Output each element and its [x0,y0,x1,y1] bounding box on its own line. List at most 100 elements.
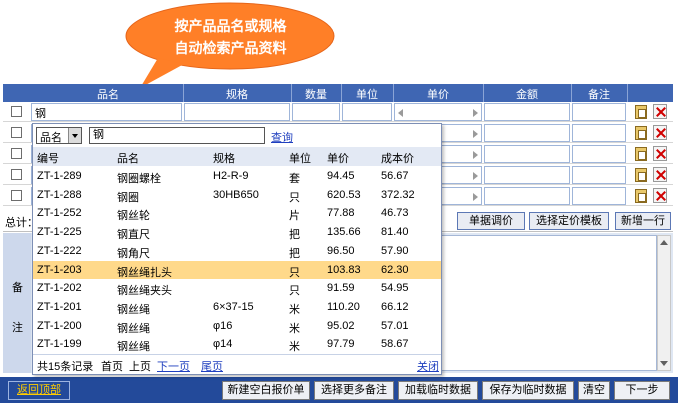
result-code: ZT-1-200 [37,319,82,332]
result-cost: 66.12 [381,300,409,313]
new-blank-quote-button[interactable]: 新建空白报价单 [222,381,310,400]
result-name: 钢角尺 [117,247,150,260]
arrow-right-icon[interactable] [473,172,478,180]
popup-result-row[interactable]: ZT-1-201 钢丝绳 6×37-15 米 110.20 66.12 [33,297,441,317]
clipboard-icon[interactable] [635,189,647,203]
delete-icon[interactable] [653,146,667,161]
unit-input[interactable] [342,103,392,121]
delete-icon[interactable] [653,167,667,182]
result-cost: 57.01 [381,319,409,332]
popup-search-input[interactable]: 钢 [89,127,265,144]
arrow-right-icon[interactable] [473,151,478,159]
popup-result-row[interactable]: ZT-1-199 钢丝绳 φ14 米 97.79 58.67 [33,335,441,355]
back-to-top-link[interactable]: 返回顶部 [8,381,70,400]
save-temp-button[interactable]: 保存为临时数据 [482,381,574,400]
header-remark: 备注 [588,89,610,101]
result-code: ZT-1-288 [37,188,82,201]
clipboard-icon[interactable] [635,105,647,119]
remark-input[interactable] [572,145,626,163]
chevron-down-icon[interactable] [68,128,81,143]
amount-input[interactable] [484,187,570,205]
popup-result-row[interactable]: ZT-1-289 钢圈螺栓 H2-R-9 套 94.45 56.67 [33,167,441,186]
clipboard-icon[interactable] [635,147,647,161]
more-notes-button[interactable]: 选择更多备注 [314,381,394,400]
result-unit: 米 [289,341,300,354]
qty-input[interactable] [292,103,340,121]
query-link[interactable]: 查询 [271,129,293,145]
result-name: 钢圈螺栓 [117,173,161,185]
arrow-left-icon[interactable] [398,109,403,117]
row-checkbox[interactable] [11,127,22,138]
price-input[interactable] [394,103,482,121]
next-page-link[interactable]: 下一页 [157,358,190,374]
popup-result-row[interactable]: ZT-1-288 钢圈 30HB650 只 620.53 372.32 [33,185,441,205]
header-spec: 规格 [226,89,248,101]
name-input[interactable]: 钢 [31,103,182,121]
spec-input[interactable] [184,103,290,121]
next-step-button[interactable]: 下一步 [614,381,670,400]
row-checkbox[interactable] [11,190,22,201]
result-price: 620.53 [327,188,361,201]
result-name: 钢圈 [117,191,139,204]
popup-result-row[interactable]: ZT-1-200 钢丝绳 φ16 米 95.02 57.01 [33,316,441,336]
col-name: 品名 [117,153,139,165]
result-unit: 米 [289,322,300,335]
result-cost: 57.90 [381,244,409,257]
result-spec: φ16 [213,319,233,332]
result-cost: 58.67 [381,338,409,351]
close-popup-link[interactable]: 关闭 [417,358,439,374]
last-page-link[interactable]: 尾页 [201,358,223,374]
result-price: 95.02 [327,319,355,332]
amount-input[interactable] [484,166,570,184]
callout-line-2: 自动检索产品资料 [174,41,287,57]
add-row-button[interactable]: 新增一行 [615,212,671,230]
delete-icon[interactable] [653,125,667,140]
result-spec: 6×37-15 [213,300,254,313]
prev-page-link[interactable]: 上页 [129,358,151,374]
col-price: 单价 [327,153,349,165]
scroll-down-icon[interactable] [660,361,668,366]
search-field-select[interactable]: 品名 [36,127,82,144]
select-template-button[interactable]: 选择定价模板 [529,212,609,230]
amount-input[interactable] [484,103,570,121]
header-price: 单价 [427,89,449,101]
result-code: ZT-1-201 [37,300,82,313]
remark-input[interactable] [572,103,626,121]
amount-input[interactable] [484,124,570,142]
popup-result-row[interactable]: ZT-1-203 钢丝绳扎头 只 103.83 62.30 [33,260,441,280]
scroll-up-icon[interactable] [660,240,668,245]
result-unit: 把 [289,247,300,260]
popup-result-row[interactable]: ZT-1-252 钢丝轮 片 77.88 46.73 [33,204,441,224]
row-checkbox[interactable] [11,106,22,117]
delete-icon[interactable] [653,188,667,203]
result-price: 97.79 [327,338,355,351]
arrow-right-icon[interactable] [473,130,478,138]
result-code: ZT-1-289 [37,170,82,182]
load-temp-button[interactable]: 加载临时数据 [398,381,478,400]
adjust-price-button[interactable]: 单据调价 [457,212,525,230]
delete-icon[interactable] [653,104,667,119]
arrow-right-icon[interactable] [473,193,478,201]
popup-result-row[interactable]: ZT-1-225 钢直尺 把 135.66 81.40 [33,223,441,243]
remark-input[interactable] [572,187,626,205]
popup-result-row[interactable]: ZT-1-222 钢角尺 把 96.50 57.90 [33,241,441,261]
amount-input[interactable] [484,145,570,163]
remark-input[interactable] [572,124,626,142]
result-unit: 片 [289,210,300,223]
clipboard-icon[interactable] [635,126,647,140]
row-checkbox[interactable] [11,148,22,159]
popup-table-header: 编号 品名 规格 单位 单价 成本价 [33,147,441,166]
arrow-right-icon[interactable] [473,109,478,117]
result-spec: 30HB650 [213,188,259,201]
result-unit: 米 [289,303,300,316]
row-checkbox[interactable] [11,169,22,180]
result-price: 91.59 [327,282,355,295]
header-unit: 单位 [356,89,378,101]
clipboard-icon[interactable] [635,168,647,182]
result-code: ZT-1-203 [37,263,82,276]
first-page-link[interactable]: 首页 [101,358,123,374]
clear-button[interactable]: 清空 [578,381,610,400]
remark-input[interactable] [572,166,626,184]
popup-result-row[interactable]: ZT-1-202 钢丝绳夹头 只 91.59 54.95 [33,279,441,299]
notes-scrollbar[interactable] [657,235,671,371]
